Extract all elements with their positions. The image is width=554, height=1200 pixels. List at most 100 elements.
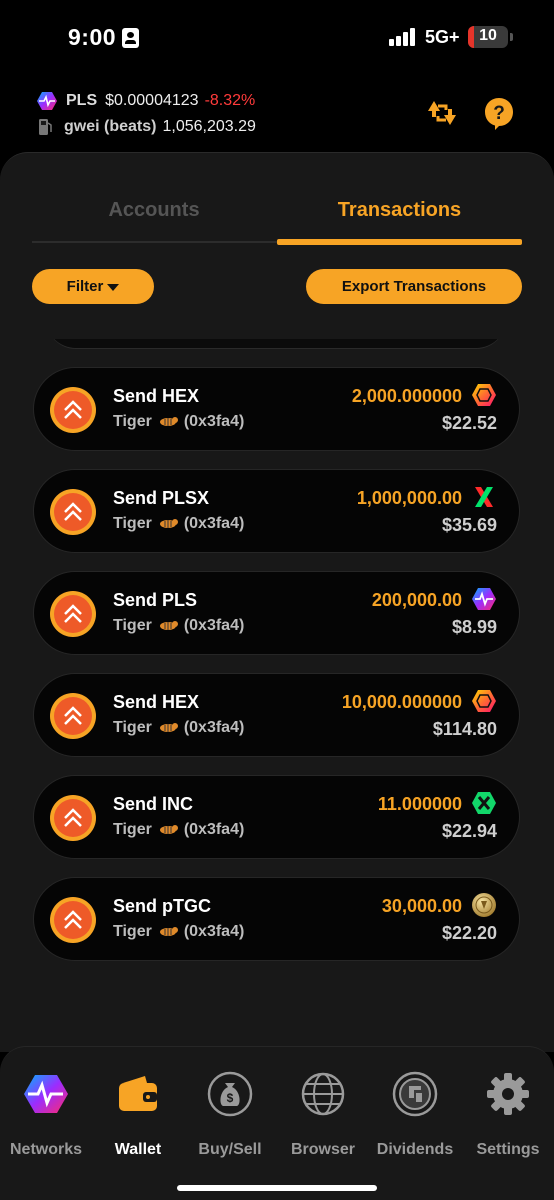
hex-icon xyxy=(472,384,496,406)
status-bar: 9:00 5G+ 10 xyxy=(0,0,554,80)
tab-transactions[interactable]: Transactions xyxy=(277,199,522,222)
account-address: (0x3fa4) xyxy=(183,617,245,634)
account-name: Tiger xyxy=(113,515,152,532)
nav-wallet[interactable]: Wallet xyxy=(92,1047,184,1167)
transaction-amount: 1,000,000.00 xyxy=(356,488,462,508)
nav-dividends[interactable]: Dividends xyxy=(369,1047,461,1167)
account-name: Tiger xyxy=(113,617,152,634)
transaction-account: Tiger (0x3fa4) xyxy=(113,821,244,839)
globe-icon xyxy=(301,1072,345,1116)
nav-label: Wallet xyxy=(114,1141,162,1158)
battery-icon: 10 xyxy=(468,26,508,48)
transaction-amount: 30,000.00 xyxy=(381,896,462,916)
tab-accounts[interactable]: Accounts xyxy=(32,199,276,222)
transaction-usd-value: $114.80 xyxy=(432,719,497,739)
svg-text:?: ? xyxy=(493,103,505,124)
send-avatar xyxy=(50,489,96,535)
bottom-navigation: Networks Wallet $ Buy/Sell Browser Divid… xyxy=(0,1046,554,1200)
nav-label: Buy/Sell xyxy=(198,1141,262,1158)
tiger-icon xyxy=(159,417,178,426)
transaction-card[interactable]: Send HEX Tiger (0x3fa4) 2,000.000000 $22… xyxy=(33,367,520,451)
transaction-account: Tiger (0x3fa4) xyxy=(113,515,244,533)
money-bag-icon: $ xyxy=(207,1071,253,1117)
double-chevron-up-icon xyxy=(64,604,82,623)
transaction-card[interactable]: Send PLS Tiger (0x3fa4) 200,000.00 $8.99 xyxy=(33,571,520,655)
tiger-icon xyxy=(159,927,178,936)
transaction-card[interactable]: Send INC Tiger (0x3fa4) 11.000000 $22.94 xyxy=(33,775,520,859)
nav-settings[interactable]: Settings xyxy=(462,1047,554,1167)
nav-browser[interactable]: Browser xyxy=(277,1047,369,1167)
home-indicator[interactable] xyxy=(177,1185,377,1191)
account-name: Tiger xyxy=(113,923,152,940)
send-avatar xyxy=(50,591,96,637)
transaction-card[interactable]: Send PLSX Tiger (0x3fa4) 1,000,000.00 $3… xyxy=(33,469,520,553)
ptgc-icon xyxy=(472,893,496,917)
pulsechain-icon xyxy=(24,1075,68,1113)
transaction-card[interactable]: Send HEX Tiger (0x3fa4) 10,000.000000 $1… xyxy=(33,673,520,757)
gas-price-row: gwei (beats) 1,056,203.29 xyxy=(38,116,256,138)
tiger-icon xyxy=(159,825,178,834)
send-avatar xyxy=(50,795,96,841)
transaction-amount: 11.000000 xyxy=(377,794,462,814)
token-symbol: PLS xyxy=(66,92,98,109)
filter-label: Filter xyxy=(66,278,104,295)
pls-icon xyxy=(472,588,496,610)
export-transactions-button[interactable]: Export Transactions xyxy=(306,269,522,304)
active-tab-indicator xyxy=(277,239,522,245)
double-chevron-up-icon xyxy=(64,910,82,929)
transaction-account: Tiger (0x3fa4) xyxy=(113,617,244,635)
send-avatar xyxy=(50,693,96,739)
transaction-card[interactable]: Send pTGC Tiger (0x3fa4) 30,000.00 $22.2… xyxy=(33,877,520,961)
token-price: $0.00004123 xyxy=(105,92,199,109)
cellular-signal-icon xyxy=(389,28,417,46)
nav-buy-sell[interactable]: $ Buy/Sell xyxy=(184,1047,276,1167)
token-change: -8.32% xyxy=(204,92,256,109)
transaction-title: Send HEX xyxy=(113,386,200,406)
wallet-icon xyxy=(119,1076,157,1111)
status-time: 9:00 xyxy=(68,24,117,50)
plsx-icon xyxy=(475,487,493,507)
main-panel: Accounts Transactions Filter Export Tran… xyxy=(0,152,554,1052)
battery-tip xyxy=(510,33,513,41)
nav-label: Dividends xyxy=(376,1141,454,1158)
account-address: (0x3fa4) xyxy=(183,515,245,532)
transaction-usd-value: $8.99 xyxy=(451,617,497,637)
double-chevron-up-icon xyxy=(64,400,82,419)
tiger-icon xyxy=(159,723,178,732)
account-name: Tiger xyxy=(113,719,152,736)
hex-icon xyxy=(472,690,496,712)
account-address: (0x3fa4) xyxy=(183,413,245,430)
transaction-title: Send INC xyxy=(113,794,194,814)
account-address: (0x3fa4) xyxy=(183,719,245,736)
tiger-icon xyxy=(159,519,178,528)
svg-text:$: $ xyxy=(227,1091,234,1105)
double-chevron-up-icon xyxy=(64,502,82,521)
transaction-amount: 2,000.000000 xyxy=(351,386,462,406)
transaction-account: Tiger (0x3fa4) xyxy=(113,719,244,737)
swap-icon[interactable] xyxy=(424,95,460,131)
transaction-account: Tiger (0x3fa4) xyxy=(113,923,244,941)
transaction-account: Tiger (0x3fa4) xyxy=(113,413,244,431)
account-address: (0x3fa4) xyxy=(183,821,245,838)
dividends-icon xyxy=(392,1071,438,1117)
filter-button[interactable]: Filter xyxy=(32,269,154,304)
account-name: Tiger xyxy=(113,821,152,838)
contact-card-icon xyxy=(122,28,139,48)
double-chevron-up-icon xyxy=(64,706,82,725)
gas-value: 1,056,203.29 xyxy=(162,118,256,135)
battery-level: 10 xyxy=(479,27,497,44)
network-type: 5G+ xyxy=(425,27,460,47)
double-chevron-up-icon xyxy=(64,808,82,827)
transaction-usd-value: $22.20 xyxy=(441,923,497,943)
tiger-icon xyxy=(159,621,178,630)
transaction-title: Send PLS xyxy=(113,590,198,610)
account-address: (0x3fa4) xyxy=(183,923,245,940)
transaction-title: Send pTGC xyxy=(113,896,211,916)
transaction-title: Send HEX xyxy=(113,692,200,712)
help-icon[interactable]: ? xyxy=(484,97,514,131)
partial-transaction-card xyxy=(46,339,506,349)
transaction-list[interactable]: Send HEX Tiger (0x3fa4) 2,000.000000 $22… xyxy=(0,339,554,969)
transaction-amount: 200,000.00 xyxy=(371,590,462,610)
nav-label: Networks xyxy=(9,1141,83,1158)
nav-networks[interactable]: Networks xyxy=(0,1047,92,1167)
